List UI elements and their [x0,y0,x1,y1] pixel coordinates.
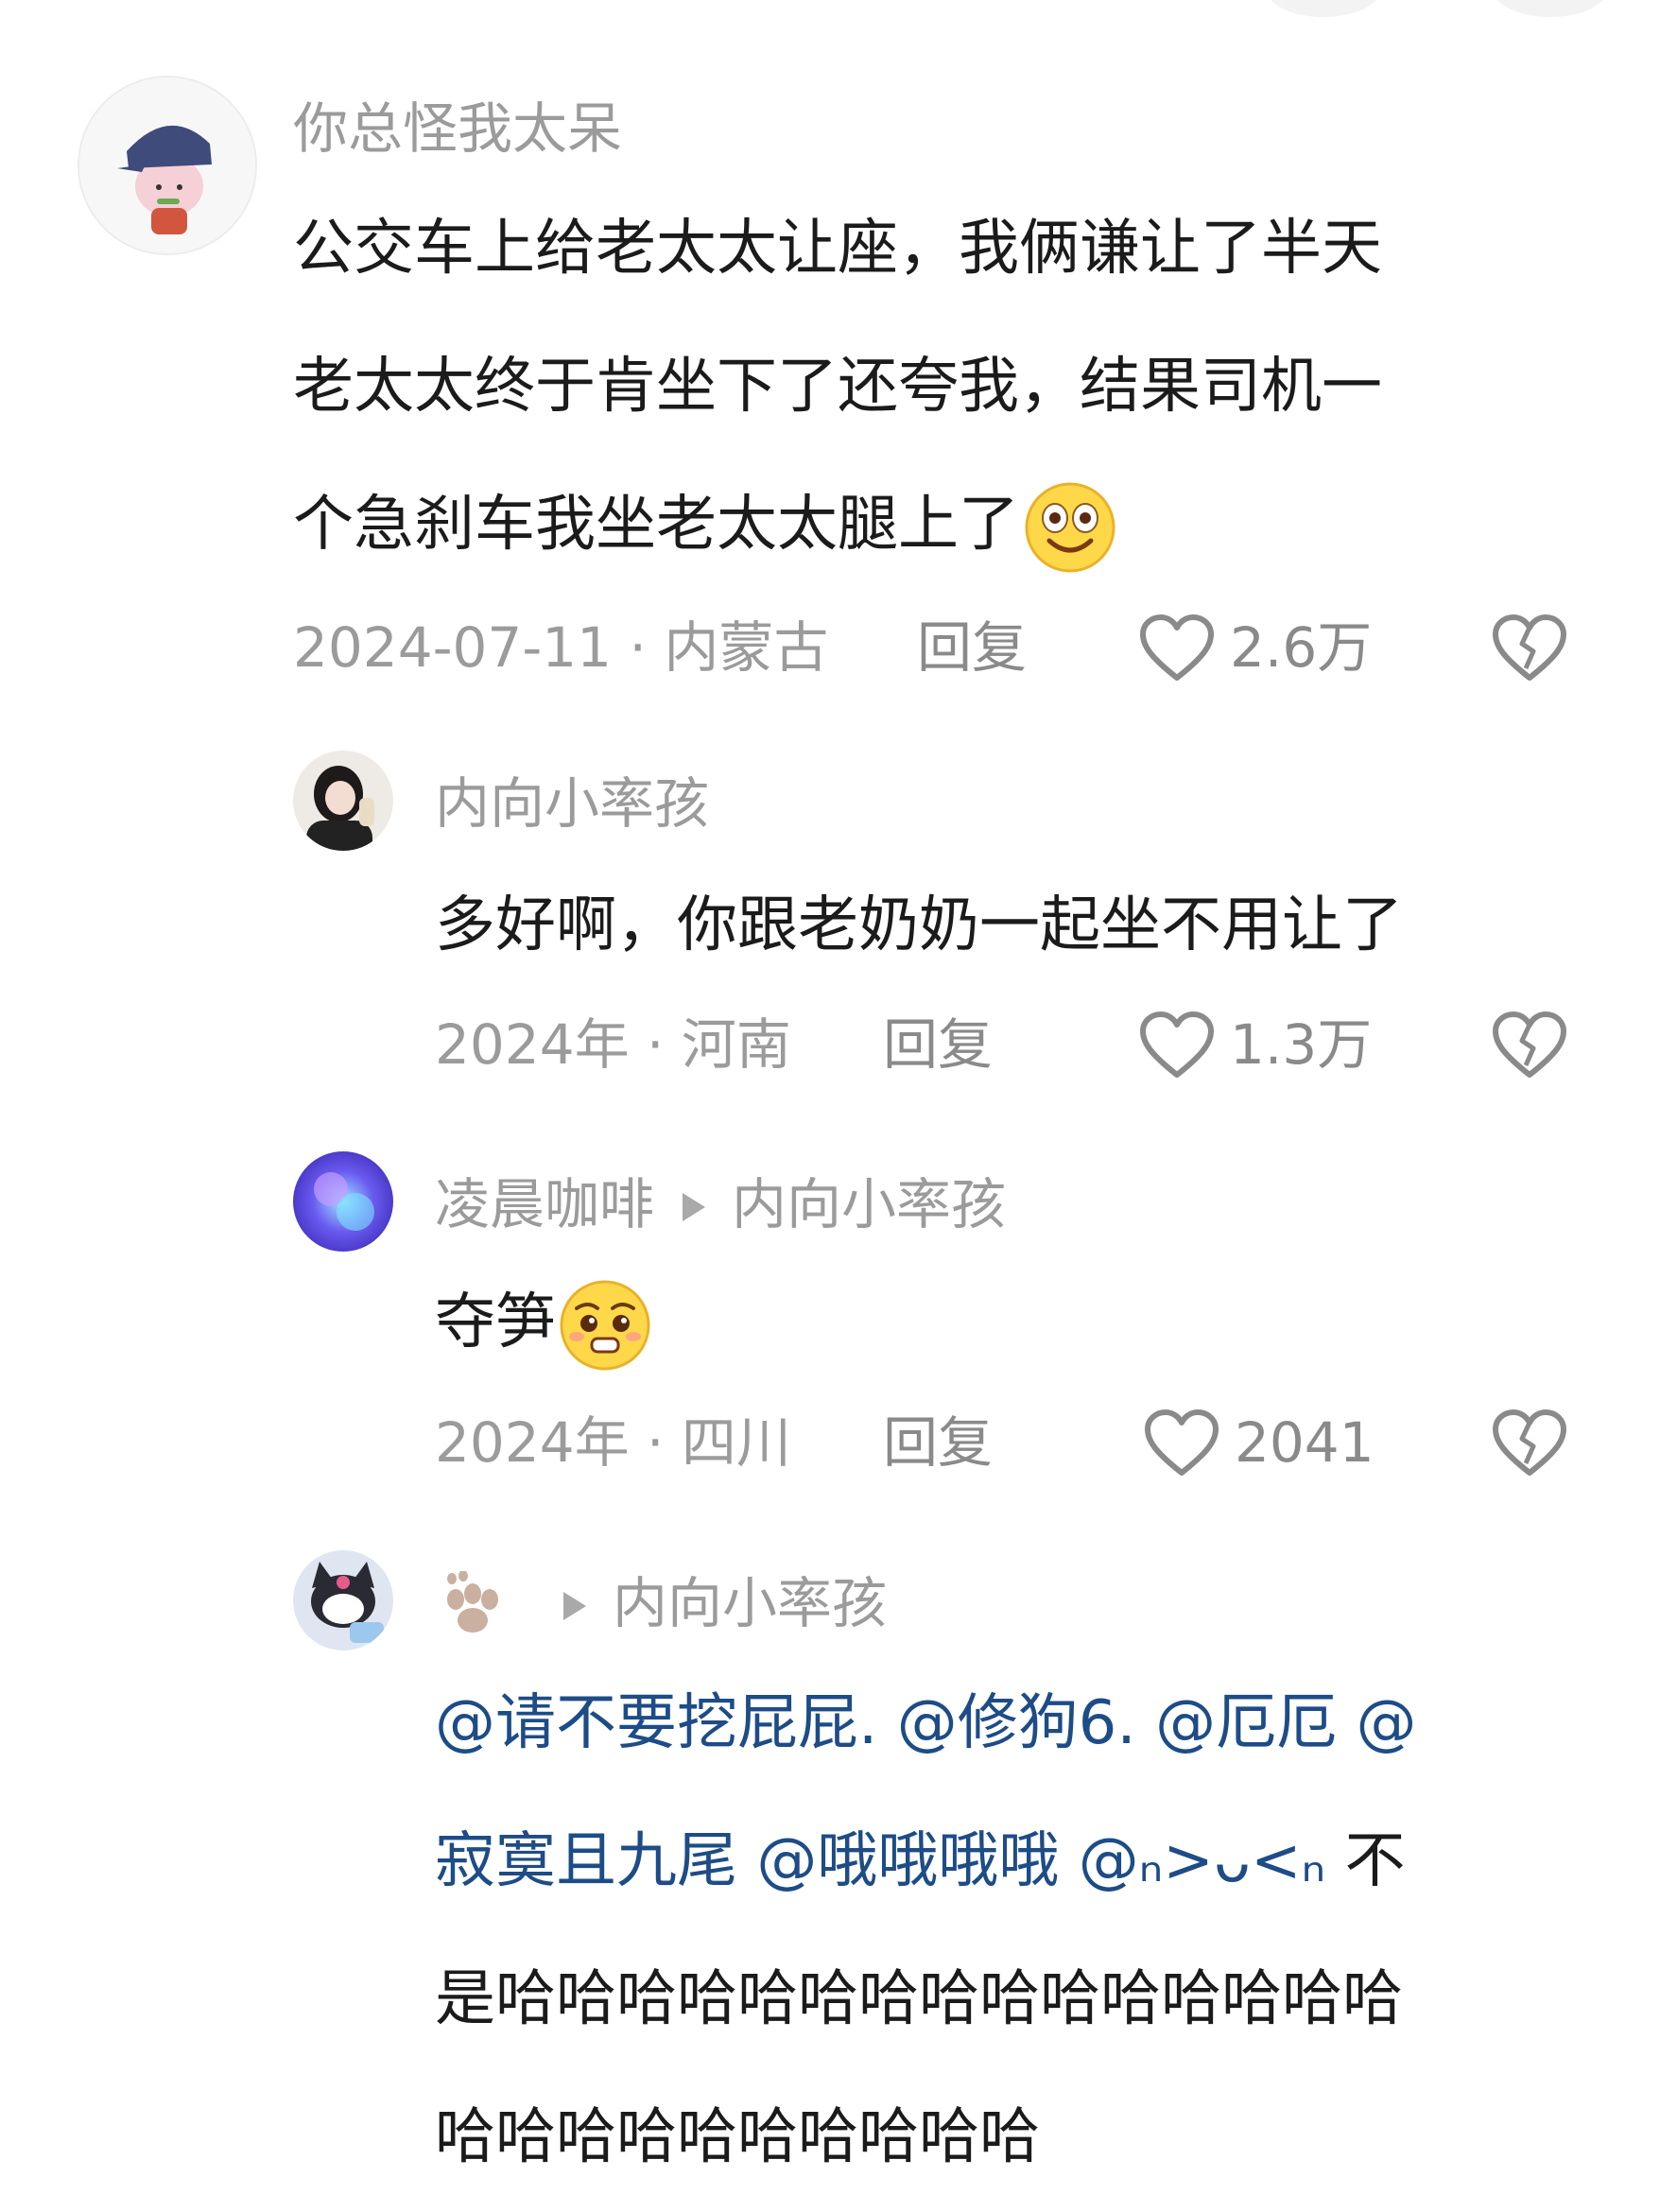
comment-line-text: 个急刹车我坐老太太腿上了 [293,490,1019,560]
reply-header: 内向小率孩 [435,1565,887,1641]
mention-link[interactable]: @厄厄 [1155,1688,1337,1758]
comment-line: 公交车上给老太太让座，我俩谦让了半天 [293,214,1382,284]
comment-meta: 2024-07-11 · 内蒙古 回复 2.6万 [293,610,1579,685]
broken-heart-icon[interactable] [1492,613,1567,682]
username[interactable]: 凌晨咖啡 [435,1172,654,1236]
mention-link[interactable]: @请不要挖屁屁. [435,1688,877,1758]
mention-link[interactable]: @ [1356,1688,1416,1758]
comment-text: 多好啊，你跟老奶奶一起坐不用让了 [435,856,1403,994]
heart-icon [1140,1011,1214,1078]
avatar[interactable] [293,751,393,851]
like-count: 2.6万 [1230,615,1373,680]
comment-line: 老太太终于肯坐下了还夸我，结果司机一 [293,352,1382,422]
reply-to-username[interactable]: 内向小率孩 [613,1571,887,1635]
comment-text: @请不要挖屁屁. @修狗6. @厄厄 @ 寂寞且九尾 @哦哦哦哦 @ₙ>ᴗ<ₙ … [435,1654,1617,2206]
comment-line: @请不要挖屁屁. @修狗6. @厄厄 @ [435,1654,1617,1792]
reply-header: 凌晨咖啡 内向小率孩 [435,1166,1006,1242]
reply-button[interactable]: 回复 [883,1405,993,1480]
comment-line-text: 不 [1344,1826,1406,1896]
date-location: 2024-07-11 · 内蒙古 [293,615,829,680]
reply-arrow-icon [683,1193,706,1221]
heart-icon [1140,614,1214,681]
comment-line: 是哈哈哈哈哈哈哈哈哈哈哈哈哈哈哈 [435,1964,1403,2034]
like-count: 2041 [1235,1410,1375,1475]
avatar[interactable] [293,1550,393,1650]
avatar[interactable] [293,1151,393,1252]
like-count: 1.3万 [1230,1012,1373,1077]
comment-line: 个急刹车我坐老太太腿上了 [293,456,1382,594]
mention-link[interactable]: @修狗6. [897,1688,1136,1758]
comment-meta: 2024年 · 四川 回复 2041 [435,1405,1579,1480]
mention-link[interactable]: @哦哦哦哦 [756,1826,1059,1896]
broken-heart-icon[interactable] [1492,1408,1567,1477]
reply-button[interactable]: 回复 [917,610,1027,685]
avatar[interactable] [78,76,257,255]
comment-line: 哈哈哈哈哈哈哈哈哈哈 [435,2102,1040,2172]
comment-text: 公交车上给老太太让座，我俩谦让了半天 老太太终于肯坐下了还夸我，结果司机一 个急… [293,180,1382,594]
broken-heart-icon[interactable] [1492,1011,1567,1079]
comment-line: 夺笋 [435,1253,652,1391]
mention-link[interactable]: @ₙ>ᴗ<ₙ [1079,1826,1325,1896]
top-button-partial [1494,0,1607,17]
reply-button[interactable]: 回复 [883,1007,993,1082]
comment-line-text: 夺笋 [435,1287,556,1357]
mention-link[interactable]: 寂寞且九尾 [435,1826,737,1896]
pleading-emoji-icon [560,1280,650,1371]
username[interactable]: 你总怪我太呆 [293,91,622,166]
comment-line: 多好啊，你跟老奶奶一起坐不用让了 [435,890,1403,960]
comment-meta: 2024年 · 河南 回复 1.3万 [435,1007,1579,1082]
reply-arrow-icon [563,1592,586,1620]
top-button-partial [1267,0,1380,17]
heart-icon [1145,1409,1219,1476]
date-location: 2024年 · 四川 [435,1410,791,1475]
comment-line: 寂寞且九尾 @哦哦哦哦 @ₙ>ᴗ<ₙ 不 [435,1792,1617,1930]
paw-icon[interactable] [435,1570,510,1639]
reply-to-username[interactable]: 内向小率孩 [732,1172,1006,1236]
comment-text: 夺笋 [435,1253,652,1391]
username[interactable]: 内向小率孩 [435,766,709,841]
smile-emoji-icon [1025,482,1115,573]
date-location: 2024年 · 河南 [435,1012,791,1077]
